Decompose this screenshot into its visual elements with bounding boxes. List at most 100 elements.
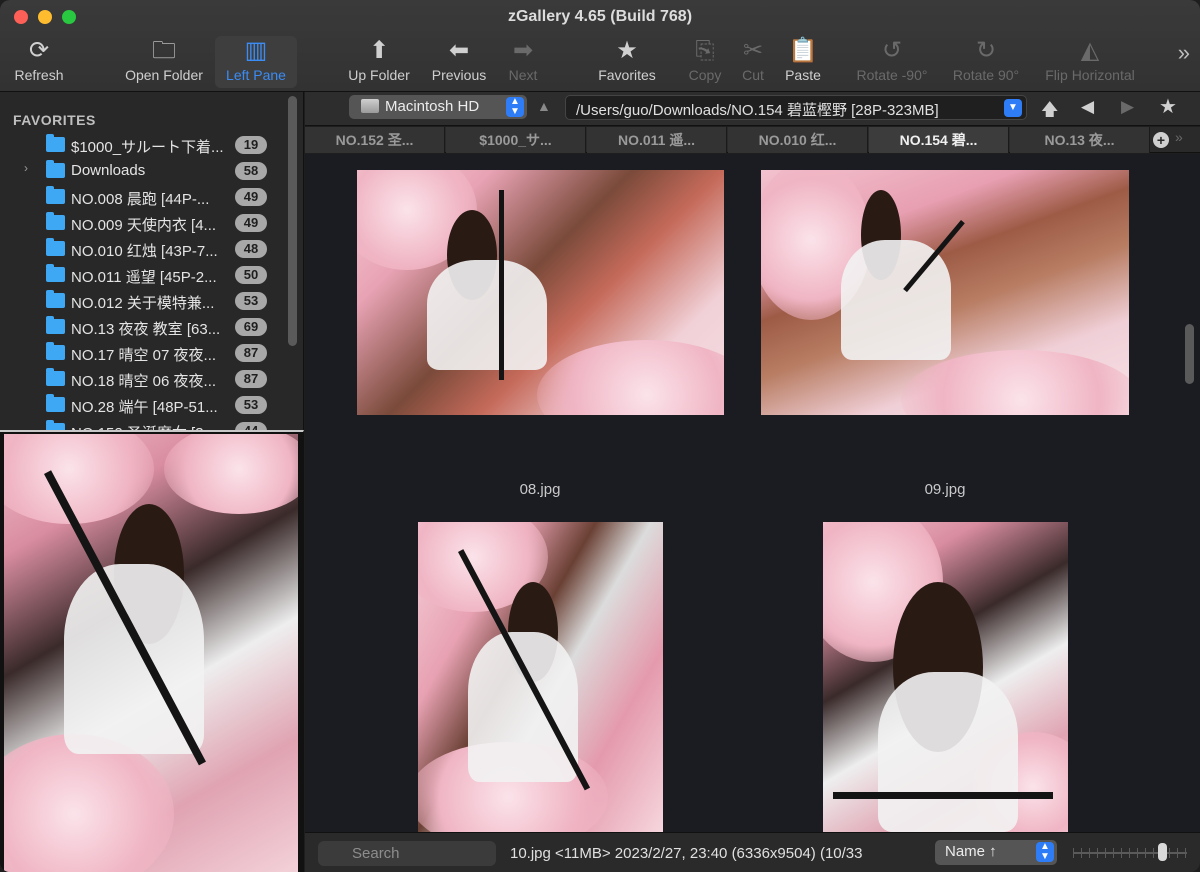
add-tab-icon[interactable]: +	[1153, 132, 1169, 148]
rotate-left-button[interactable]: ↺ Rotate -90°	[848, 36, 936, 88]
folder-icon	[46, 316, 65, 334]
copy-label: Copy	[688, 67, 722, 83]
favorite-item[interactable]: NO.152 圣诞魔女 [3... 44	[0, 418, 284, 430]
search-input[interactable]	[318, 841, 496, 866]
paste-button[interactable]: 📋 Paste	[780, 36, 826, 88]
zoom-slider-knob[interactable]	[1157, 843, 1167, 861]
thumbnail-filename: 08.jpg	[519, 481, 561, 498]
zoom-slider[interactable]	[1073, 852, 1187, 854]
rotate-right-label: Rotate 90°	[952, 67, 1020, 83]
favorite-name: Downloads	[71, 162, 146, 179]
favorite-star-icon[interactable]: ★	[1159, 94, 1177, 119]
tab-bar: NO.152 圣... $1000_サ... NO.011 遥... NO.01…	[305, 127, 1200, 153]
refresh-button[interactable]: ⟳ Refresh	[8, 36, 70, 88]
disclosure-chevron-icon[interactable]: ›	[24, 161, 28, 175]
thumbnail-image[interactable]	[823, 522, 1068, 832]
image-preview-pane[interactable]	[0, 430, 304, 872]
up-folder-button[interactable]: ⬆ Up Folder	[340, 36, 418, 88]
favorite-item[interactable]: NO.28 端午 [48P-51... 53	[0, 392, 284, 418]
flip-horizontal-button[interactable]: ◭ Flip Horizontal	[1038, 36, 1142, 88]
select-stepper-icon: ▲ ▼	[506, 97, 524, 117]
tab-item[interactable]: NO.13 夜...	[1010, 127, 1150, 153]
toolbar-overflow-icon[interactable]: »	[1178, 40, 1190, 66]
nav-forward-arrow-icon[interactable]: ▶	[1121, 97, 1134, 117]
volume-select[interactable]: Macintosh HD ▲ ▼	[349, 95, 527, 119]
favorite-count-badge: 50	[235, 266, 267, 284]
favorite-name: NO.012 关于模特兼...	[71, 295, 215, 312]
folder-icon	[46, 342, 65, 360]
favorites-sidebar: FAVORITES $1000_サルート下着... 19 › Downloads…	[0, 92, 304, 430]
image-info-text: 10.jpg <11MB> 2023/2/27, 23:40 (6336x950…	[510, 845, 863, 862]
favorite-count-badge: 19	[235, 136, 267, 154]
favorite-name: NO.18 晴空 06 夜夜...	[71, 373, 217, 390]
open-folder-button[interactable]: 🗀 Open Folder	[118, 36, 210, 88]
app-window: zGallery 4.65 (Build 768) ⟳ Refresh 🗀 Op…	[0, 0, 1200, 872]
previous-button[interactable]: ⬅ Previous	[426, 36, 492, 88]
thumbnail-image[interactable]	[357, 170, 724, 415]
favorite-item[interactable]: NO.17 晴空 07 夜夜... 87	[0, 340, 284, 366]
arrow-up-icon: ⬆	[368, 37, 390, 64]
favorite-item[interactable]: NO.010 红烛 [43P-7... 48	[0, 236, 284, 262]
tab-item[interactable]: NO.152 圣...	[305, 127, 445, 153]
folder-icon	[46, 394, 65, 412]
cut-label: Cut	[742, 67, 764, 83]
left-pane-button[interactable]: ▥ Left Pane	[215, 36, 297, 88]
nav-up-arrow-icon[interactable]: 🡅	[1041, 97, 1058, 126]
favorite-name: NO.009 天使内衣 [4...	[71, 217, 217, 234]
nav-back-arrow-icon[interactable]: ◀	[1081, 97, 1094, 117]
rotate-right-button[interactable]: ↻ Rotate 90°	[946, 36, 1026, 88]
previous-label: Previous	[431, 67, 487, 83]
tab-item-active[interactable]: NO.154 碧...	[869, 127, 1009, 153]
paste-label: Paste	[785, 67, 821, 83]
status-bar: 10.jpg <11MB> 2023/2/27, 23:40 (6336x950…	[305, 832, 1200, 872]
favorite-count-badge: 69	[235, 318, 267, 336]
favorite-count-badge: 49	[235, 214, 267, 232]
favorites-button[interactable]: ★ Favorites	[592, 36, 662, 88]
favorite-count-badge: 49	[235, 188, 267, 206]
path-field[interactable]: /Users/guo/Downloads/NO.154 碧蓝樫野 [28P-32…	[565, 95, 1027, 120]
favorite-item[interactable]: NO.18 晴空 06 夜夜... 87	[0, 366, 284, 392]
favorite-count-badge: 48	[235, 240, 267, 258]
favorite-item[interactable]: NO.13 夜夜 教室 [63... 69	[0, 314, 284, 340]
rotate-left-icon: ↺	[881, 37, 903, 64]
favorite-name: NO.13 夜夜 教室 [63...	[71, 321, 221, 338]
tab-item[interactable]: NO.010 红...	[728, 127, 868, 153]
favorite-item[interactable]: $1000_サルート下着... 19	[0, 132, 284, 158]
eject-icon[interactable]: ▲	[537, 98, 551, 114]
favorite-count-badge: 58	[235, 162, 267, 180]
tab-item[interactable]: $1000_サ...	[446, 127, 586, 153]
favorite-item[interactable]: NO.012 关于模特兼... 53	[0, 288, 284, 314]
thumbnail-filename: 09.jpg	[924, 481, 966, 498]
refresh-icon: ⟳	[28, 37, 50, 64]
clipboard-icon: 📋	[788, 37, 818, 64]
flip-horizontal-icon: ◭	[1080, 37, 1100, 64]
tab-item[interactable]: NO.011 遥...	[587, 127, 727, 153]
copy-button[interactable]: ⎘ Copy	[684, 36, 726, 88]
favorites-label: Favorites	[598, 67, 656, 83]
thumbnail-image[interactable]	[418, 522, 663, 832]
favorite-name: NO.152 圣诞魔女 [3...	[71, 422, 231, 430]
favorite-count-badge: 87	[235, 370, 267, 388]
favorite-count-badge: 44	[235, 422, 267, 430]
folder-icon	[46, 238, 65, 256]
sort-select[interactable]: Name ↑ ▲ ▼	[935, 840, 1057, 865]
favorite-item[interactable]: NO.009 天使内衣 [4... 49	[0, 210, 284, 236]
chevron-down-icon[interactable]: ▼	[1004, 99, 1022, 117]
folder-icon	[46, 134, 65, 152]
thumbnail-image[interactable]	[761, 170, 1129, 415]
favorite-name: NO.28 端午 [48P-51...	[71, 399, 218, 416]
volume-label: Macintosh HD	[385, 98, 480, 115]
favorite-item[interactable]: NO.011 遥望 [45P-2... 50	[0, 262, 284, 288]
sort-label: Name ↑	[945, 843, 997, 860]
favorite-item[interactable]: NO.008 晨跑 [44P-... 49	[0, 184, 284, 210]
cut-button[interactable]: ✂ Cut	[736, 36, 770, 88]
left-pane-label: Left Pane	[226, 67, 286, 83]
sidebar-scrollbar[interactable]	[288, 96, 297, 346]
next-button[interactable]: ➡ Next	[500, 36, 546, 88]
favorite-item[interactable]: › Downloads 58	[0, 158, 284, 184]
grid-scrollbar[interactable]	[1185, 324, 1194, 384]
star-icon: ★	[616, 37, 638, 64]
thumbnail-grid[interactable]: 08.jpg 09.jpg	[305, 154, 1200, 832]
tab-overflow-icon[interactable]: »	[1175, 129, 1183, 145]
favorite-name: NO.010 红烛 [43P-7...	[71, 243, 218, 260]
